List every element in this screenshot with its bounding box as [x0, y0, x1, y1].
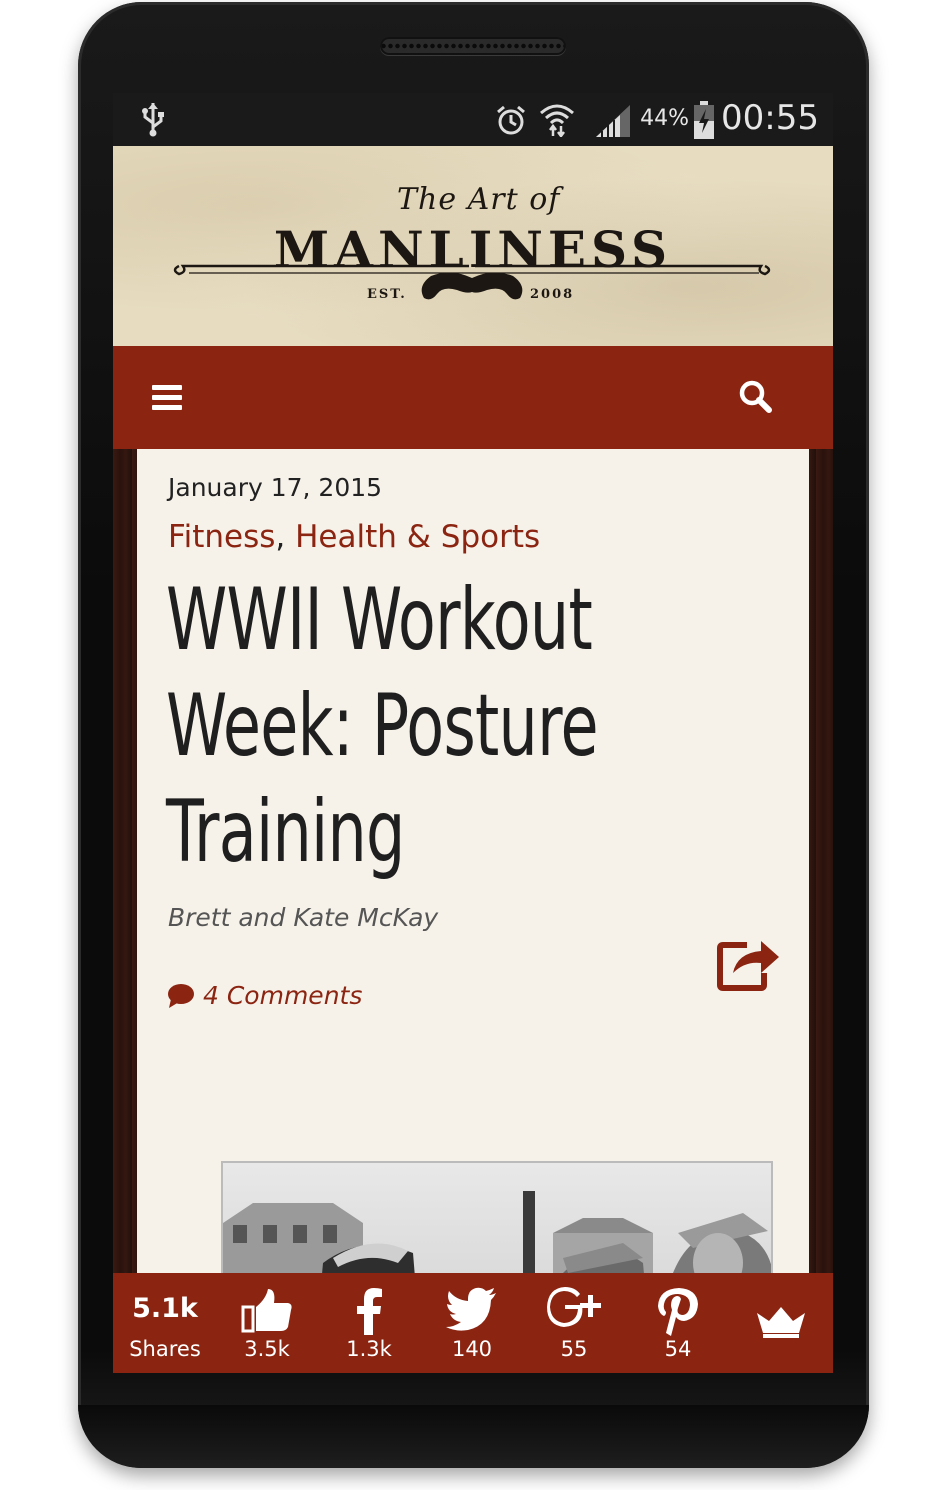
twitter-count: 140	[451, 1337, 493, 1361]
like-share-button[interactable]: 3.5k	[215, 1273, 319, 1373]
title-line: WWII Workout	[166, 570, 593, 670]
mustache-flourish-icon	[173, 264, 771, 300]
share-total-label: Shares	[129, 1337, 201, 1361]
site-header[interactable]: The Art of MANLINESS EST. 2008	[113, 146, 833, 346]
logo-tagline: The Art of	[397, 182, 561, 217]
logo-est: EST.	[367, 287, 407, 302]
alarm-icon	[497, 105, 525, 135]
like-count: 3.5k	[244, 1337, 290, 1361]
google-plus-count: 55	[560, 1337, 588, 1361]
search-icon[interactable]	[738, 379, 772, 413]
facebook-icon	[357, 1288, 382, 1335]
share-icon[interactable]	[717, 933, 781, 991]
crown-icon	[757, 1307, 805, 1338]
clock: 00:55	[721, 98, 819, 138]
pinterest-count: 54	[664, 1337, 692, 1361]
article-card: January 17, 2015 Fitness, Health & Sport…	[137, 449, 809, 1373]
usb-icon	[142, 103, 164, 137]
facebook-count: 1.3k	[346, 1337, 392, 1361]
more-share-button[interactable]	[729, 1273, 833, 1373]
google-plus-share-button[interactable]: 55	[522, 1273, 626, 1373]
pinterest-share-button[interactable]: 54	[626, 1273, 730, 1373]
category-separator: ,	[275, 519, 286, 555]
comments-link[interactable]: 4 Comments	[167, 981, 362, 1010]
wifi-icon	[540, 104, 574, 137]
comment-bubble-icon	[168, 983, 194, 1008]
page-title: WWII Workout Week: Posture Training	[166, 567, 684, 885]
phone-chin	[78, 1405, 869, 1468]
share-total-count: 5.1k	[132, 1293, 198, 1324]
battery-percent: 44%	[640, 106, 689, 131]
twitter-icon	[446, 1287, 496, 1331]
logo-year: 2008	[530, 287, 575, 302]
social-share-bar: 5.1k Shares 3.5k 1.3k 140 55 54	[113, 1273, 833, 1373]
category-link-health-sports[interactable]: Health & Sports	[295, 519, 540, 555]
nav-bar	[113, 346, 833, 449]
title-line: Training	[166, 782, 405, 882]
battery-icon	[694, 101, 714, 139]
signal-icon	[596, 105, 630, 137]
share-total: 5.1k Shares	[113, 1273, 217, 1373]
post-author: Brett and Kate McKay	[168, 903, 439, 932]
pinterest-icon	[658, 1288, 698, 1336]
thumbs-up-icon	[241, 1289, 292, 1333]
menu-icon[interactable]	[152, 385, 182, 411]
title-line: Week: Posture	[166, 676, 599, 776]
post-categories: Fitness, Health & Sports	[168, 519, 540, 555]
twitter-share-button[interactable]: 140	[420, 1273, 524, 1373]
screen: 44% 00:55 The Art of MANLINESS EST. 2008	[113, 93, 833, 1373]
category-link-fitness[interactable]: Fitness	[168, 519, 275, 555]
post-date: January 17, 2015	[168, 473, 383, 502]
comments-count: 4 Comments	[203, 981, 363, 1010]
facebook-share-button[interactable]: 1.3k	[317, 1273, 421, 1373]
google-plus-icon	[547, 1287, 601, 1327]
speaker-grille	[380, 37, 566, 55]
status-bar: 44% 00:55	[113, 93, 833, 146]
